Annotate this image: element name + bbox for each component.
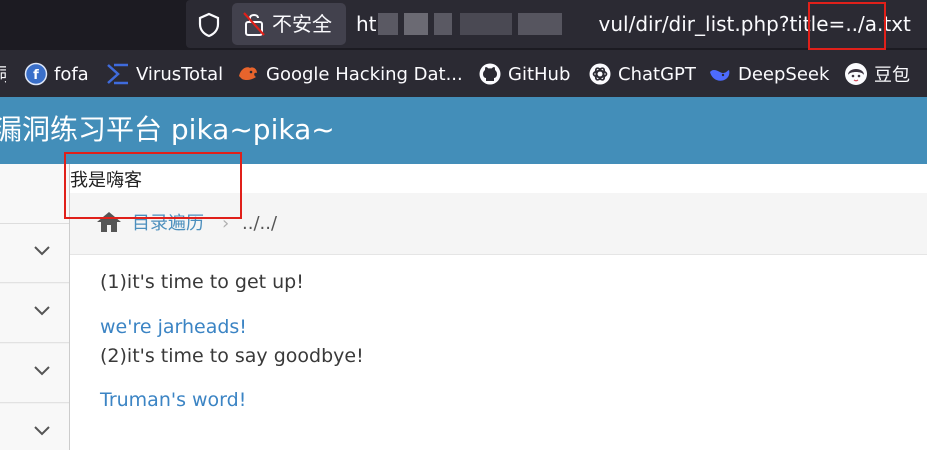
insecure-lock-icon [243,12,265,36]
sidebar-menu-item[interactable] [0,224,69,283]
highlight-url-param [808,2,886,50]
content-line: (2)it's time to say goodbye! [100,345,364,367]
virustotal-icon [107,63,128,85]
bookmarks-bar: 洞 f fofa VirusTotal Google Hacking Dat..… [0,50,927,97]
bookmark-deepseek[interactable]: DeepSeek [708,60,829,88]
highlight-injected-text [64,152,242,219]
redacted-host [460,13,512,35]
url-prefix: ht [356,12,377,36]
shield-icon[interactable] [196,12,222,38]
chevron-down-icon [34,366,50,376]
sidebar [0,164,70,450]
bookmark-partial-label: 洞 [0,61,6,87]
doubao-icon [845,63,867,85]
redacted-host [404,13,428,35]
deepseek-icon [710,70,730,81]
sidebar-menu-item[interactable] [0,404,69,450]
sidebar-shortcuts [0,164,69,224]
sidebar-menu-item[interactable] [0,344,69,403]
chevron-down-icon [34,246,50,256]
bookmark-label: DeepSeek [738,63,830,85]
bookmark-github[interactable]: GitHub [478,60,570,88]
security-label: 不安全 [272,12,332,36]
bookmark-ghdb[interactable]: Google Hacking Dat... [236,60,463,88]
bookmark-chatgpt[interactable]: ChatGPT [588,60,696,88]
github-icon [479,63,501,85]
bookmark-virustotal[interactable]: VirusTotal [106,60,223,88]
bookmark-label: 豆包 [874,65,910,86]
fofa-icon: f [24,62,48,86]
redacted-host [518,13,562,35]
bookmark-label: ChatGPT [618,63,696,85]
bookmark-label: VirusTotal [136,63,224,85]
content-line: (1)it's time to get up! [100,271,304,293]
bookmark-label: fofa [54,63,89,85]
browser-toolbar: 不安全 ht vul/dir/dir_list.php?title=../a.tx… [0,0,927,50]
sidebar-menu-item[interactable] [0,284,69,343]
chevron-down-icon [34,306,50,316]
bookmark-fofa[interactable]: f fofa [24,60,89,88]
chevron-down-icon [34,426,50,436]
breadcrumb-current: ../../ [242,213,278,234]
bookmark-partial[interactable]: 洞 [0,60,6,88]
exploit-db-icon [239,67,257,81]
bookmark-label: Google Hacking Dat... [266,63,463,85]
brand-title[interactable]: 漏洞练习平台 pika~pika~ [0,110,335,150]
chatgpt-icon [589,63,611,85]
svg-text:f: f [33,68,39,83]
bookmark-label: GitHub [508,63,571,85]
redacted-host [434,13,452,35]
bookmark-doubao[interactable]: 豆包 [844,60,910,88]
jarheads-link[interactable]: we're jarheads! [100,314,247,340]
redacted-host [378,13,398,35]
truman-link[interactable]: Truman's word! [100,387,246,413]
